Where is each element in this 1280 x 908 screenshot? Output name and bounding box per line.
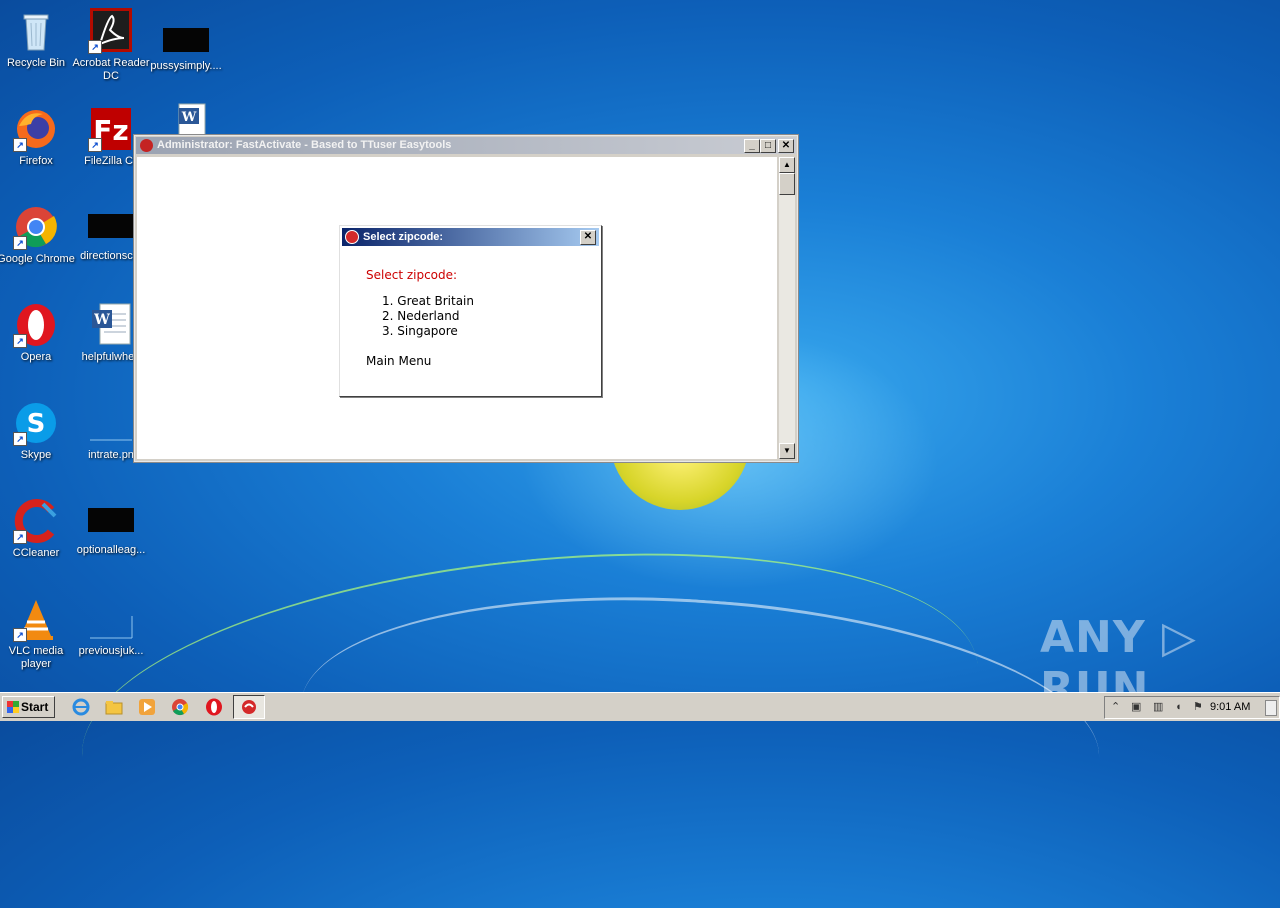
media-player-icon[interactable] [138,698,156,716]
dialog-close-button[interactable]: ✕ [580,230,596,245]
dialog-title-bar[interactable]: Select zipcode: ✕ [342,228,599,246]
vlc-icon: ↗ [13,596,59,642]
skype-icon: S ↗ [13,400,59,446]
file-explorer-icon[interactable] [105,698,123,716]
desktop-icon-acrobat-reader[interactable]: ↗ Acrobat Reader DC [71,8,151,83]
ccleaner-icon: ↗ [13,498,59,544]
start-button[interactable]: Start [2,696,55,718]
zipcode-option-nederland[interactable]: 2. Nederland [382,309,474,324]
desktop-icon-opera[interactable]: ↗ Opera [0,302,76,364]
shortcut-arrow-icon: ↗ [13,530,27,544]
dialog-heading: Select zipcode: [366,268,458,282]
desktop-icon-label: previousjuk... [78,645,144,657]
close-button[interactable]: ✕ [778,139,794,153]
word-document-icon: W [88,302,134,348]
svg-text:S: S [27,409,46,439]
acrobat-icon: ↗ [88,8,134,54]
firefox-icon: ↗ [13,106,59,152]
dialog-body: Select zipcode: 1. Great Britain 2. Nede… [366,268,474,368]
filezilla-icon: Fz ↗ [88,106,134,152]
desktop-icon-recycle-bin[interactable]: Recycle Bin [0,8,76,70]
desktop-icon-label: pussysimply.... [150,60,222,72]
action-center-icon[interactable]: ▣ [1131,702,1142,713]
flag-icon[interactable]: ⚑ [1193,702,1204,713]
svg-text:W: W [181,110,197,125]
zipcode-options: 1. Great Britain 2. Nederland 3. Singapo… [382,294,474,339]
desktop-icon-ccleaner[interactable]: ↗ CCleaner [0,498,76,560]
start-label: Start [21,700,49,714]
select-zipcode-dialog[interactable]: Select zipcode: ✕ Select zipcode: 1. Gre… [339,225,602,397]
shortcut-arrow-icon: ↗ [13,138,27,152]
windows-logo-icon [7,701,19,713]
system-tray: ⌃ ▣ ▥ ◖ ⚑ 9:01 AM [1104,696,1280,719]
desktop-icon-label: optionalleag... [76,544,146,556]
clock[interactable]: 9:01 AM [1210,701,1250,713]
scrollbar-thumb[interactable] [779,173,795,195]
desktop-icon-label: Skype [20,449,52,461]
zipcode-option-great-britain[interactable]: 1. Great Britain [382,294,474,309]
desktop-icon-label: Google Chrome [0,253,75,265]
svg-text:W: W [93,312,110,328]
desktop-icon-firefox[interactable]: ↗ Firefox [0,106,76,168]
zipcode-option-singapore[interactable]: 3. Singapore [382,324,474,339]
shortcut-arrow-icon: ↗ [88,138,102,152]
opera-taskbar-icon[interactable] [205,698,223,716]
shortcut-arrow-icon: ↗ [13,628,27,642]
shortcut-arrow-icon: ↗ [13,334,27,348]
desktop-icon-label: VLC media player [8,645,64,670]
scroll-down-arrow-icon[interactable]: ▼ [779,443,795,459]
dialog-title: Select zipcode: [363,231,444,243]
network-icon[interactable]: ▥ [1153,702,1164,713]
show-hidden-icons-chevron-icon[interactable]: ⌃ [1111,702,1122,713]
desktop-icon-skype[interactable]: S ↗ Skype [0,400,76,462]
main-menu-link[interactable]: Main Menu [366,354,474,368]
taskbar-fastactivate-button[interactable] [233,695,265,719]
desktop-icon-label: Firefox [19,155,53,167]
minimize-button[interactable]: _ [744,139,760,153]
maximize-button[interactable]: □ [760,139,776,153]
file-thumbnail-icon [88,596,134,642]
show-desktop-button[interactable] [1265,700,1277,716]
desktop-icon-label: Opera [20,351,52,363]
opera-icon: ↗ [13,302,59,348]
desktop-icon-google-chrome[interactable]: ↗ Google Chrome [0,204,76,266]
chrome-taskbar-icon[interactable] [171,698,189,716]
scroll-up-arrow-icon[interactable]: ▲ [779,157,795,173]
file-thumbnail-icon [163,28,209,52]
shortcut-arrow-icon: ↗ [88,40,102,54]
file-thumbnail-icon [88,214,134,238]
desktop-icon-pussysimply[interactable]: pussysimply.... [146,8,226,73]
desktop-icon-vlc[interactable]: ↗ VLC media player [0,596,76,671]
shortcut-arrow-icon: ↗ [13,432,27,446]
desktop-icon-label: Acrobat Reader DC [72,57,150,82]
taskbar: Start ⌃ ▣ ▥ ◖ ⚑ 9:01 AM [0,692,1280,721]
shortcut-arrow-icon: ↗ [13,236,27,250]
desktop-icon-label: CCleaner [12,547,60,559]
chrome-icon: ↗ [13,204,59,250]
window-title-bar[interactable]: Administrator: FastActivate - Based to T… [136,137,796,154]
file-thumbnail-icon [88,400,134,446]
desktop-icon-previousjuk[interactable]: previousjuk... [71,596,151,658]
window-title: Administrator: FastActivate - Based to T… [157,139,452,151]
file-thumbnail-icon [88,508,134,532]
app-icon [140,139,153,152]
vertical-scrollbar[interactable]: ▲ ▼ [779,157,795,459]
internet-explorer-icon[interactable] [72,698,90,716]
recycle-bin-icon [13,8,59,54]
dialog-app-icon [345,230,359,244]
desktop-icon-label: Recycle Bin [6,57,66,69]
volume-icon[interactable]: ◖ [1175,702,1186,713]
desktop-icon-optionalleag[interactable]: optionalleag... [71,498,151,557]
